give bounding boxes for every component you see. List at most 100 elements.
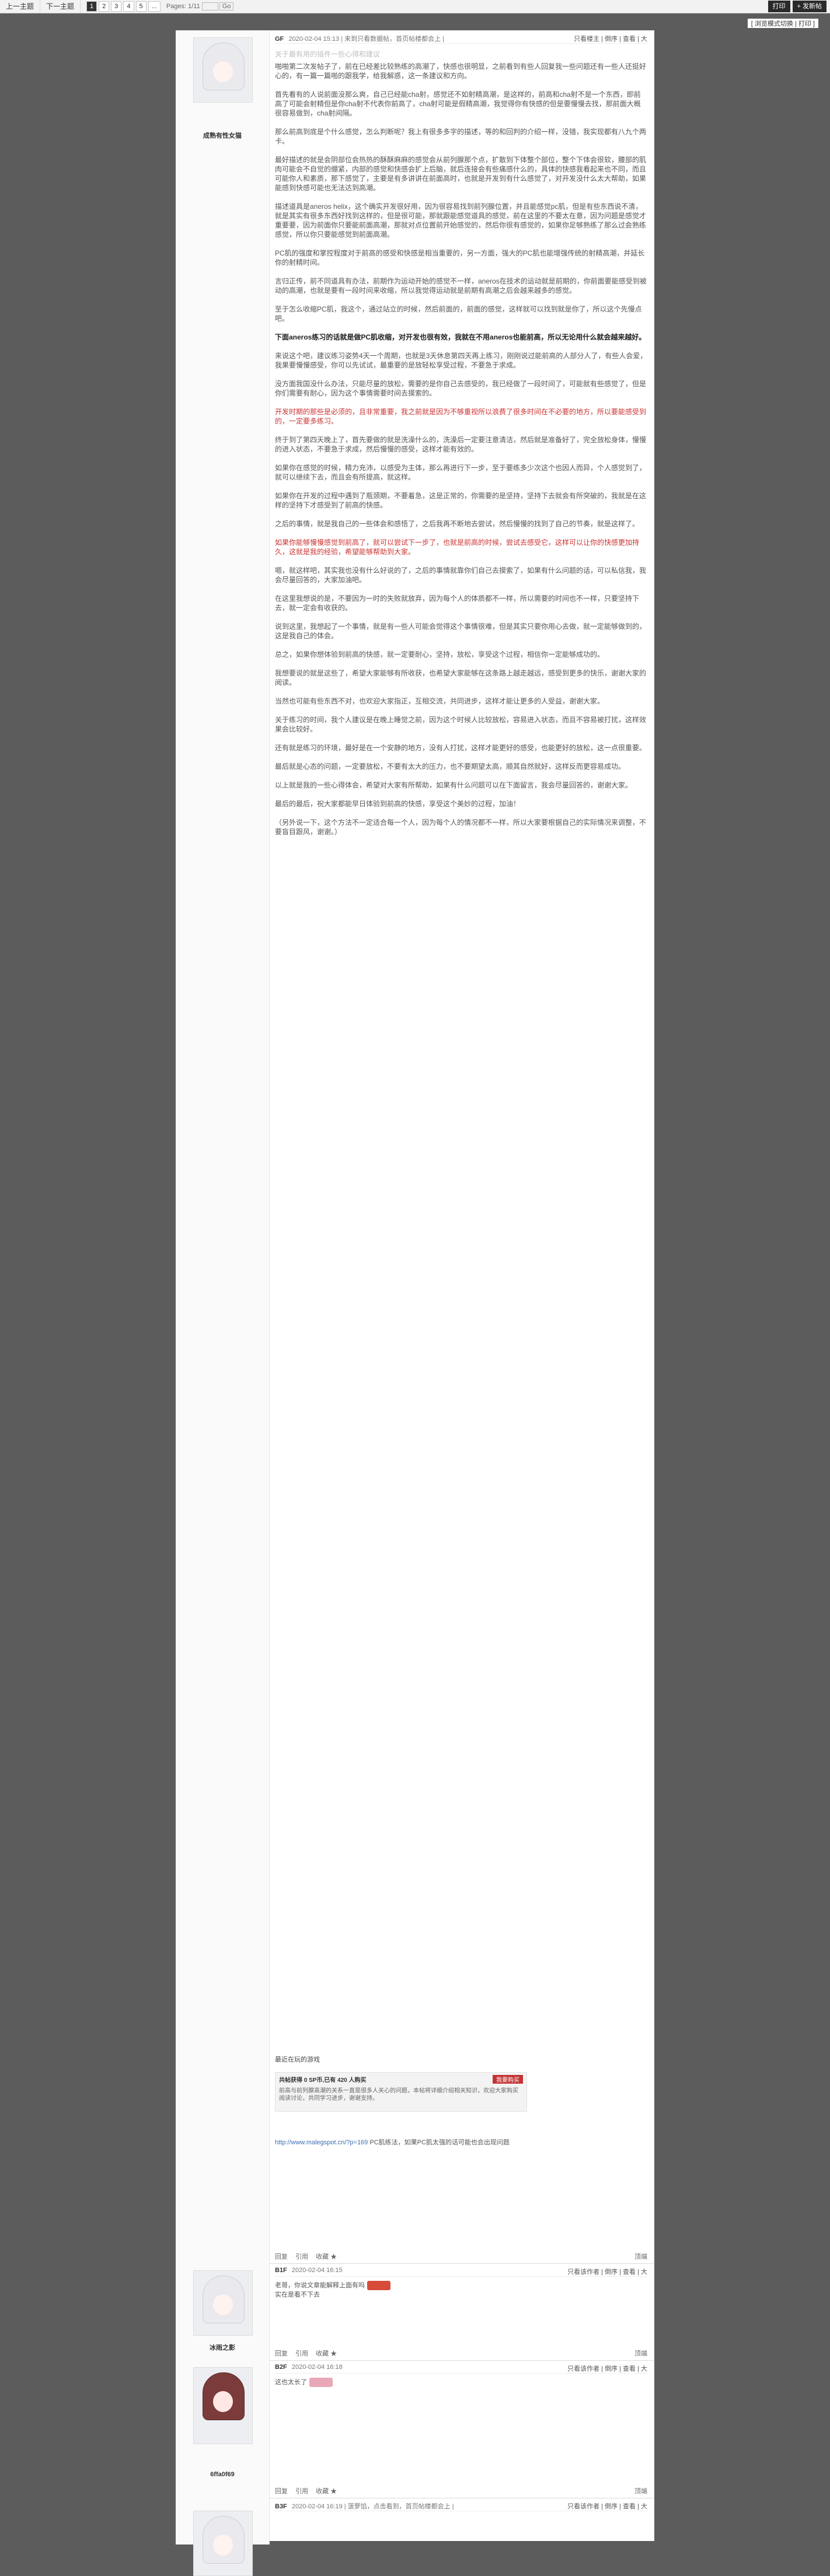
username[interactable]: 6ffa0f69 <box>176 2471 269 2478</box>
paragraph: 如果你在感觉的时候，精力充沛，以感受为主体，那么再进行下一步，至于要练多少次这个… <box>275 463 647 482</box>
post-body-column: B1F 2020-02-04 16:15 只看该作者 | 倒序 | 查看 | 大… <box>275 2263 647 2360</box>
reply-button[interactable]: 回复 <box>275 2350 288 2357</box>
post-reply: 冰雨之影 B1F 2020-02-04 16:15 只看该作者 | 倒序 | 查… <box>176 2263 654 2361</box>
page-info: Pages: 1/11 Go <box>166 2 234 10</box>
link-line: http://www.malegspot.cn/?p=169 PC肌练法，如果P… <box>275 2137 647 2147</box>
back-to-top-link[interactable]: 顶端 <box>634 2486 647 2496</box>
paragraph: 来说这个吧，建议练习姿势4天一个周期，也就是3天休息第四天再上练习，刚刚说过能前… <box>275 351 647 370</box>
post-body-column: B3F 2020-02-04 16:19 | 菠萝馅，点击看到，首页帖楼都会上 … <box>275 2498 647 2544</box>
reply-line: 老哥，你说文章能解释上面有吗 <box>275 2282 365 2289</box>
post-time: 2020-02-04 16:15 <box>292 2267 343 2274</box>
avatar[interactable] <box>193 37 253 103</box>
post-main: 成熟有性女猫 GF 2020-02-04 15:13 | 来到只看数据帖，首页帖… <box>176 30 654 2264</box>
avatar[interactable] <box>193 2270 253 2336</box>
new-thread-button[interactable]: + 发新帖 <box>793 1 826 12</box>
top-actions: 打印 + 发新帖 <box>768 1 830 12</box>
paragraph: PC肌的强度和掌控程度对于前高的感受和快感是相当重要的，另一方面，强大的PC肌也… <box>275 249 647 267</box>
post-body-column: B2F 2020-02-04 16:18 只看该作者 | 倒序 | 查看 | 大… <box>275 2360 647 2498</box>
paragraph: 说到这里，我想起了一个事情，就是有一些人可能会觉得这个事情很难，但是其实只要你用… <box>275 622 647 640</box>
post-header-actions[interactable]: 只看楼主 | 倒序 | 查看 | 大 <box>574 34 647 43</box>
paragraph: 如果你能够慢慢感觉到前高了，就可以尝试下一步了，也就是前高的时候，尝试去感受它，… <box>275 538 647 556</box>
paragraph: 之后的事情，就是我自己的一些体会和感悟了，之后我再不断地去尝试，然后慢慢的找到了… <box>275 519 647 528</box>
next-thread-link[interactable]: 下一主题 <box>40 0 81 13</box>
avatar[interactable] <box>193 2511 253 2576</box>
reply-button[interactable]: 回复 <box>275 2253 288 2260</box>
paragraph: 首先看有的人说前面没那么爽，自己已经能cha射，感觉还不如射精高潮，是这样的，前… <box>275 90 647 118</box>
back-to-top-link[interactable]: 顶端 <box>634 2348 647 2358</box>
reply-button[interactable]: 回复 <box>275 2488 288 2495</box>
paragraph: 下面aneros练习的话就是做PC肌收缩，对开发也很有效，我就在不用aneros… <box>275 332 647 342</box>
paragraph: 如果你在开发的过程中遇到了瓶颈期，不要着急，这是正常的，你需要的是坚持，坚持下去… <box>275 491 647 510</box>
favorite-button[interactable]: 收藏 ★ <box>316 2488 337 2495</box>
header-note: | 来到只看数据帖，首页帖楼都会上 | <box>341 36 444 43</box>
page-1[interactable]: 1 <box>86 1 97 12</box>
user-sidebar: 成熟有性女猫 <box>176 30 270 2263</box>
emoji-sticker-icon <box>367 2281 390 2290</box>
paragraph: 我想要说的就是这些了，希望大家能够有所收获，也希望大家能够在这条路上越走越远，感… <box>275 668 647 687</box>
page-5[interactable]: 5 <box>136 1 147 12</box>
paragraph: 没方面我国没什么办法，只能尽量的放松，需要的是你自己去感受的，我已经做了一段时间… <box>275 379 647 398</box>
thread-content: 成熟有性女猫 GF 2020-02-04 15:13 | 来到只看数据帖，首页帖… <box>176 30 654 2541</box>
signature-line: 最近在玩的游戏 <box>275 2054 647 2064</box>
quote-button[interactable]: 引用 <box>295 2253 308 2260</box>
username[interactable]: 冰雨之影 <box>176 2343 269 2352</box>
top-toolbar: 上一主题 下一主题 1 2 3 4 5 ... Pages: 1/11 Go 打… <box>0 0 830 13</box>
post-footer: 回复 引用 收藏 ★ 顶端 <box>275 2348 647 2357</box>
pagination: 1 2 3 4 5 ... <box>86 1 161 12</box>
post-time: 2020-02-04 16:18 <box>292 2364 343 2371</box>
paragraph: 终于到了第四天晚上了，首先要做的就是洗澡什么的，洗澡后一定要注意清洁，然后就是准… <box>275 435 647 454</box>
paragraph: 开发时期的那些是必须的，且非常重要，我之前就是因为不够重视所以浪费了很多时间在不… <box>275 407 647 426</box>
quote-button[interactable]: 引用 <box>295 2350 308 2357</box>
paragraph: 至于怎么收缩PC肌，我这个，通过站立的时候，然后前面的，前面的感觉，这样就可以找… <box>275 304 647 323</box>
link-note: PC肌练法，如果PC肌太强的话可能也会出现问题 <box>369 2139 510 2146</box>
post-header-actions[interactable]: 只看该作者 | 倒序 | 查看 | 大 <box>567 2501 647 2511</box>
post-reply: B3F 2020-02-04 16:19 | 菠萝馅，点击看到，首页帖楼都会上 … <box>176 2498 654 2544</box>
paragraph: 以上就是我的一些心得体会，希望对大家有所帮助，如果有什么问题可以在下面留言，我会… <box>275 780 647 790</box>
paragraph: 在这里我想说的是，不要因为一时的失败就放弃，因为每个人的体质都不一样，所以需要的… <box>275 594 647 612</box>
paragraph: 言归正传，前不同道具有办法，前期作为运动开始的感觉不一样，aneros在技术的运… <box>275 276 647 295</box>
page-ellipsis: ... <box>148 1 161 12</box>
print-button[interactable]: 打印 <box>768 1 790 12</box>
post-header: B2F 2020-02-04 16:18 只看该作者 | 倒序 | 查看 | 大 <box>275 2364 647 2374</box>
page-4[interactable]: 4 <box>123 1 134 12</box>
post-header: B3F 2020-02-04 16:19 | 菠萝馅，点击看到，首页帖楼都会上 … <box>275 2501 647 2511</box>
paragraph: 关于练习的时间，我个人建议是在晚上睡觉之前，因为这个时候人比较放松，容易进入状态… <box>275 715 647 734</box>
external-link[interactable]: http://www.malegspot.cn/?p=169 <box>275 2139 368 2146</box>
post-header-actions[interactable]: 只看该作者 | 倒序 | 查看 | 大 <box>567 2364 647 2373</box>
post-header-actions[interactable]: 只看该作者 | 倒序 | 查看 | 大 <box>567 2267 647 2276</box>
reward-label: 共帖获得 0 SP币,已有 420 人购买 <box>275 2073 526 2086</box>
go-button[interactable]: Go <box>219 2 234 10</box>
post-reply: 6ffa0f69 B2F 2020-02-04 16:18 只看该作者 | 倒序… <box>176 2360 654 2498</box>
reply-line: 这也太长了 <box>275 2379 307 2386</box>
back-to-top-link[interactable]: 顶端 <box>634 2252 647 2261</box>
quote-button[interactable]: 引用 <box>295 2488 308 2495</box>
favorite-button[interactable]: 收藏 ★ <box>316 2253 337 2260</box>
buy-button[interactable]: 我要购买 <box>493 2075 523 2084</box>
reply-text: 老哥，你说文章能解释上面有吗 实在是看不下去 <box>275 2281 390 2300</box>
paragraph: 总之，如果你想体验到前高的快感，就一定要耐心，坚持，放松，享受这个过程，相信你一… <box>275 650 647 659</box>
floor-label: B3F <box>275 2503 287 2510</box>
sub-toolbar: [ 浏览模式切换 | 打印 ] <box>0 16 830 29</box>
reward-text: 前高与前列腺高潮的关系一直是很多人关心的问题，本帖将详细介绍相关知识，欢迎大家购… <box>275 2086 526 2104</box>
paragraph: 嗯，就这样吧，其实我也没有什么好说的了，之后的事情就靠你们自己去摸索了，如果有什… <box>275 566 647 584</box>
paragraph: 那么前高到底是个什么感觉，怎么判断呢？我上有很多多字的描述，等的和回判的介绍一样… <box>275 127 647 146</box>
prev-thread-link[interactable]: 上一主题 <box>0 0 40 13</box>
page-jump-input[interactable] <box>202 2 218 10</box>
reply-line: 实在是看不下去 <box>275 2290 390 2300</box>
emoji-sticker-icon <box>309 2378 333 2387</box>
page-2[interactable]: 2 <box>99 1 109 12</box>
post-text: 啪啪第二次发帖子了，前在已经差比较熟练的高潮了，快感也很明显，之前看到有些人回复… <box>275 62 647 846</box>
post-footer: 回复 引用 收藏 ★ 顶端 <box>275 2486 647 2494</box>
header-note: | 菠萝馅，点击看到，首页帖楼都会上 | <box>344 2503 454 2510</box>
floor-label: B1F <box>275 2267 287 2274</box>
user-sidebar <box>176 2498 270 2544</box>
view-mode-links[interactable]: [ 浏览模式切换 | 打印 ] <box>748 19 818 28</box>
post-header: B1F 2020-02-04 16:15 只看该作者 | 倒序 | 查看 | 大 <box>275 2267 647 2277</box>
avatar[interactable] <box>193 2367 253 2444</box>
post-time: 2020-02-04 16:19 <box>292 2503 343 2510</box>
page-3[interactable]: 3 <box>111 1 121 12</box>
paragraph: 啪啪第二次发帖子了，前在已经差比较熟练的高潮了，快感也很明显，之前看到有些人回复… <box>275 62 647 80</box>
username[interactable]: 成熟有性女猫 <box>176 131 269 140</box>
post-header: GF 2020-02-04 15:13 | 来到只看数据帖，首页帖楼都会上 | … <box>275 34 647 44</box>
favorite-button[interactable]: 收藏 ★ <box>316 2350 337 2357</box>
